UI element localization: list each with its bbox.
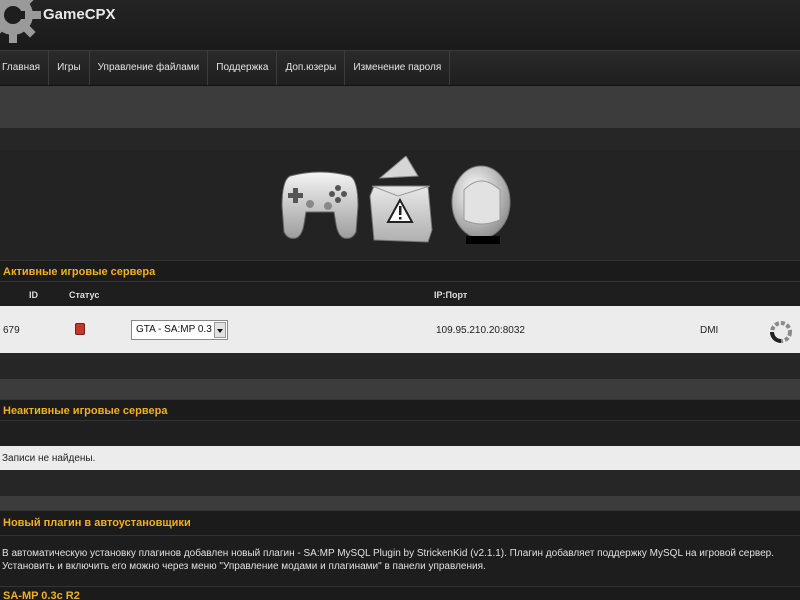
gear-logo-icon <box>0 0 41 43</box>
subheader-band <box>0 86 800 128</box>
nav-item-file-manager[interactable]: Управление файлами <box>90 51 209 85</box>
nav-item-support[interactable]: Поддержка <box>208 51 278 85</box>
table-row[interactable]: 679 109.95.210.20:8032 DMI <box>0 306 800 353</box>
spacer-band-3 <box>0 470 800 496</box>
header: GameCPX <box>0 0 800 50</box>
loading-spinner-icon <box>770 321 792 343</box>
active-servers-heading: Активные игровые сервера <box>0 260 800 282</box>
nav-item-games[interactable]: Игры <box>49 51 90 85</box>
news-heading: Новый плагин в автоустановщики <box>0 510 800 536</box>
gamepad-icon[interactable] <box>280 166 360 242</box>
server-id: 679 <box>3 325 20 336</box>
game-select[interactable]: GTA - SA:MP 0.3 <box>131 320 228 340</box>
nav-item-extra-users[interactable]: Доп.юзеры <box>277 51 346 85</box>
separator-band-2 <box>0 496 800 510</box>
server-ip-port: 109.95.210.20:8032 <box>436 325 525 336</box>
spacer-band <box>0 128 800 150</box>
main-nav: Главная Игры Управление файлами Поддержк… <box>0 50 800 86</box>
warning-icon[interactable] <box>368 156 434 244</box>
server-name: DMI <box>700 325 719 336</box>
active-servers-columns: ID Статус IP:Порт <box>0 284 800 306</box>
helmet-icon[interactable] <box>450 162 512 246</box>
app-logo-text[interactable]: GameCPX <box>43 6 116 23</box>
news-heading-2: SA-MP 0.3c R2 <box>0 586 800 600</box>
news-body: В автоматическую установку плагинов доба… <box>0 536 800 584</box>
empty-message: Записи не найдены. <box>0 446 800 470</box>
status-indicator <box>75 323 85 335</box>
inactive-servers-heading: Неактивные игровые сервера <box>0 399 800 421</box>
nav-item-change-password[interactable]: Изменение пароля <box>345 51 451 85</box>
chevron-down-icon[interactable] <box>214 322 226 338</box>
column-ip-port: IP:Порт <box>434 290 468 300</box>
spacer-band-2 <box>0 353 800 379</box>
inactive-columns-band <box>0 421 800 446</box>
separator-band <box>0 379 800 399</box>
quick-icons <box>0 150 800 260</box>
column-id: ID <box>29 290 38 300</box>
column-status: Статус <box>69 290 100 300</box>
game-select-value: GTA - SA:MP 0.3 <box>136 324 212 335</box>
nav-item-home[interactable]: Главная <box>0 51 50 85</box>
